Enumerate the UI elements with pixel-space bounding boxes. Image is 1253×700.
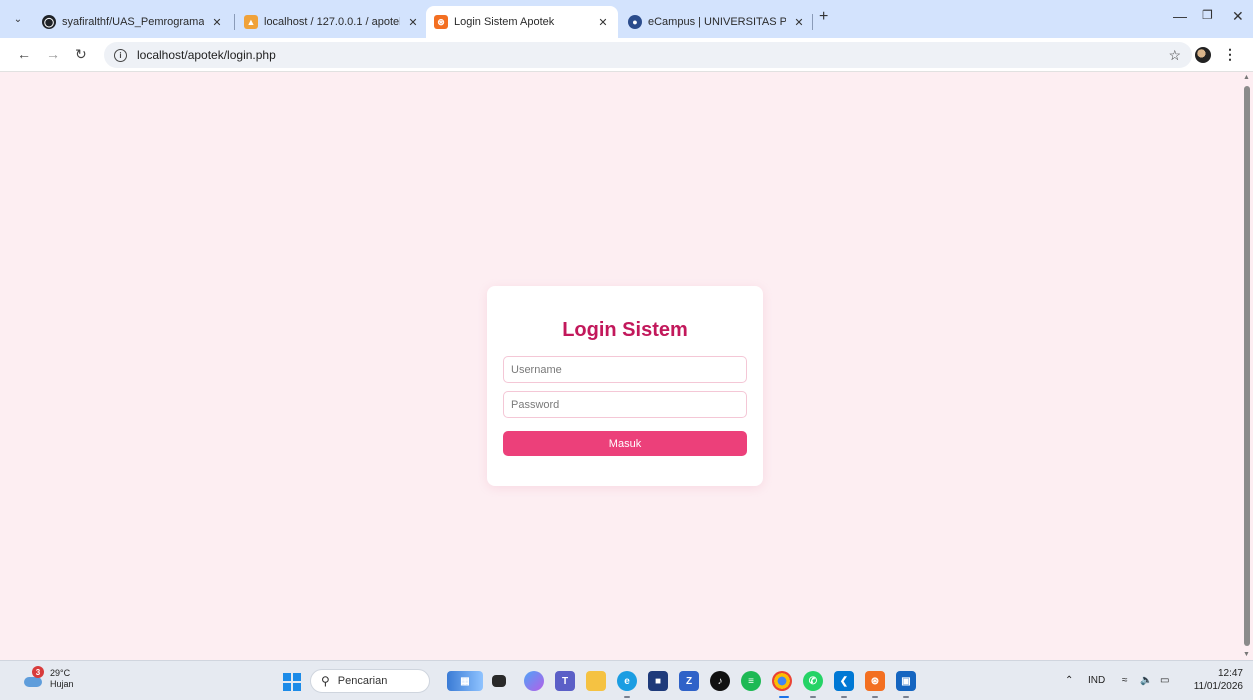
phpmyadmin-icon: ▲	[244, 15, 258, 29]
tab-phpmyadmin[interactable]: ▲ localhost / 127.0.0.1 / apotek | p ✕	[236, 6, 428, 38]
widgets-icon[interactable]: ▦	[447, 671, 483, 691]
close-window-icon[interactable]: ✕	[1232, 8, 1244, 25]
tab-search-icon[interactable]: ⌄	[9, 10, 27, 28]
github-icon: ◯	[42, 15, 56, 29]
tab-title: eCampus | UNIVERSITAS PELITA	[648, 16, 786, 28]
close-tab-icon[interactable]: ✕	[792, 16, 806, 29]
close-tab-icon[interactable]: ✕	[406, 16, 420, 29]
wifi-icon[interactable]: ≈	[1122, 675, 1128, 686]
system-clock[interactable]: 12:47 11/01/2026	[1194, 667, 1243, 693]
university-icon: ●	[628, 15, 642, 29]
edge-icon[interactable]: e	[617, 671, 637, 691]
file-explorer-icon[interactable]	[586, 671, 606, 691]
running-indicator	[872, 696, 878, 698]
vscode-icon[interactable]: ❮	[834, 671, 854, 691]
menu-kebab-icon[interactable]: ⋮	[1223, 46, 1237, 63]
browser-toolbar: ← → ↻ i localhost/apotek/login.php ☆ ⋮	[0, 38, 1253, 72]
scroll-up-icon[interactable]: ▲	[1243, 74, 1250, 81]
copilot-icon[interactable]	[524, 671, 544, 691]
tab-strip: ⌄ ◯ syafiralthf/UAS_Pemrograman_\ ✕ ▲ lo…	[0, 0, 1253, 38]
password-input[interactable]	[503, 391, 747, 418]
xampp-taskbar-icon[interactable]: ⊛	[865, 671, 885, 691]
search-placeholder: Pencarian	[337, 675, 388, 687]
clock-time: 12:47	[1217, 668, 1243, 679]
scrollbar-thumb[interactable]	[1244, 86, 1250, 646]
reload-icon[interactable]: ↻	[75, 46, 87, 63]
spotify-icon[interactable]: ≡	[741, 671, 761, 691]
running-indicator	[903, 696, 909, 698]
whatsapp-icon[interactable]: ✆	[803, 671, 823, 691]
taskbar-search[interactable]: ⚲ Pencarian	[310, 669, 430, 693]
rain-cloud-icon: 3	[24, 666, 46, 688]
scroll-down-icon[interactable]: ▼	[1243, 651, 1250, 658]
forward-icon[interactable]: →	[46, 46, 60, 62]
profile-avatar[interactable]	[1195, 47, 1211, 63]
running-indicator	[841, 696, 847, 698]
active-indicator	[779, 696, 789, 698]
chrome-icon[interactable]	[772, 671, 792, 691]
weather-condition: Hujan	[50, 679, 74, 689]
page-scrollbar[interactable]: ▲ ▼	[1241, 72, 1253, 660]
new-tab-icon[interactable]: +	[819, 8, 828, 26]
running-indicator	[624, 696, 630, 698]
restore-icon[interactable]: ❐	[1202, 8, 1213, 22]
zoom-app-icon[interactable]: Z	[679, 671, 699, 691]
store-icon[interactable]: ■	[648, 671, 668, 691]
address-url[interactable]: localhost/apotek/login.php	[137, 48, 276, 62]
close-tab-icon[interactable]: ✕	[210, 16, 224, 29]
tab-separator	[234, 14, 235, 30]
back-icon[interactable]: ←	[17, 46, 31, 62]
volume-icon[interactable]: 🔈	[1140, 675, 1152, 686]
weather-temperature: 29°C	[50, 668, 71, 678]
page-viewport: Login Sistem Masuk	[0, 72, 1241, 660]
battery-icon[interactable]: ▭	[1160, 675, 1169, 686]
tab-separator	[812, 14, 813, 30]
teams-icon[interactable]: T	[555, 671, 575, 691]
address-bar[interactable]: i localhost/apotek/login.php	[104, 42, 1192, 68]
search-icon: ⚲	[321, 674, 330, 688]
running-indicator	[810, 696, 816, 698]
xampp-icon: ⊛	[434, 15, 448, 29]
site-info-icon[interactable]: i	[114, 48, 127, 62]
tab-title: Login Sistem Apotek	[454, 16, 555, 28]
input-language[interactable]: IND	[1088, 675, 1105, 686]
weather-widget[interactable]: 3 29°C Hujan	[24, 666, 74, 690]
bookmark-star-icon[interactable]: ☆	[1168, 47, 1181, 64]
tab-ecampus[interactable]: ● eCampus | UNIVERSITAS PELITA ✕	[620, 6, 814, 38]
login-title: Login Sistem	[562, 319, 688, 341]
tab-title: syafiralthf/UAS_Pemrograman_\	[62, 16, 204, 28]
tab-title: localhost / 127.0.0.1 / apotek | p	[264, 16, 400, 28]
show-hidden-icons-icon[interactable]: ⌃	[1065, 675, 1073, 686]
app-icon[interactable]: ▣	[896, 671, 916, 691]
minimize-icon[interactable]: —	[1173, 8, 1187, 24]
tiktok-icon[interactable]: ♪	[710, 671, 730, 691]
clock-date: 11/01/2026	[1193, 681, 1243, 692]
windows-taskbar: 3 29°C Hujan ⚲ Pencarian ▦ T e ■ Z ♪ ≡ ✆…	[0, 660, 1253, 700]
tab-login-sistem-apotek[interactable]: ⊛ Login Sistem Apotek ✕	[426, 6, 618, 38]
username-input[interactable]	[503, 356, 747, 383]
login-submit-button[interactable]: Masuk	[503, 431, 747, 456]
tab-github[interactable]: ◯ syafiralthf/UAS_Pemrograman_\ ✕	[34, 6, 232, 38]
windows-start-icon[interactable]	[283, 673, 301, 691]
task-view-icon[interactable]	[492, 675, 506, 687]
weather-badge: 3	[32, 666, 44, 678]
login-card: Login Sistem Masuk	[487, 286, 763, 486]
close-tab-icon[interactable]: ✕	[596, 16, 610, 29]
